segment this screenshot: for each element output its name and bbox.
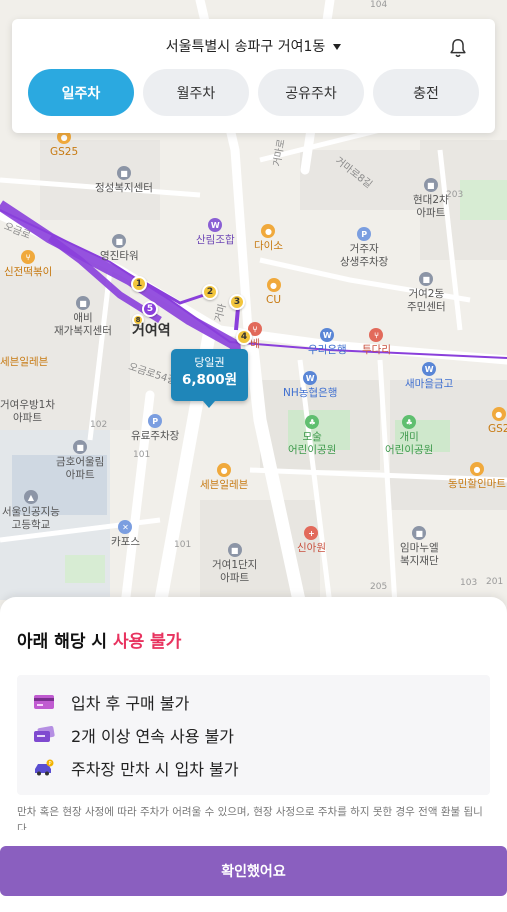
poi-gs25[interactable]: ● GS2 [488,407,507,436]
poi-foundation[interactable]: ■ 임마누엘 복지재단 [400,526,439,568]
tab-shared[interactable]: 공유주차 [258,69,364,116]
poi-woobang-apartment[interactable]: ■거여우방1차 아파트 [0,383,55,425]
refund-note: 만차 혹은 현장 사정에 따라 주차가 어려울 수 있으며, 현장 사정으로 주… [17,806,483,830]
poi-gs25[interactable]: ● GS25 [50,130,78,159]
tree-icon: ♣ [305,415,320,429]
route-marker[interactable]: 1 [131,276,147,292]
location-text: 서울특별시 송파구 거여1동 [165,39,326,55]
location-selector[interactable]: 서울특별시 송파구 거여1동 [12,36,495,56]
price-pin-label: 당일권 [194,356,225,369]
building-number: 101 [133,450,151,460]
poi-nh-bank[interactable]: W NH농협은행 [283,371,337,400]
poi-school[interactable]: ▲ 서울인공지능 고등학교 [2,490,60,532]
building-icon: ■ [423,178,438,192]
building-icon: ■ [412,526,427,540]
building-number: 103 [460,578,478,588]
building-icon: ■ [419,272,434,286]
poi-resident-parking[interactable]: P 거주자 상생주차장 [340,227,388,269]
rule-text: 주차장 만차 시 입차 불가 [71,759,239,779]
poi-park[interactable]: ♣ 개미 어린이공원 [385,415,433,457]
poi-tudari[interactable]: ⑂ 투다리 [362,328,391,357]
bank-icon: W [303,371,318,385]
school-icon: ▲ [23,490,38,504]
fork-knife-icon: ⑂ [21,250,36,264]
caret-down-icon [333,44,342,50]
bank-icon: W [422,362,437,376]
poi-seven-eleven[interactable]: ●세븐일레븐 [0,340,48,369]
tree-icon: ♣ [402,415,417,429]
svg-text:P: P [48,761,51,767]
parking-icon: P [357,227,372,241]
building-number: 201 [486,577,504,587]
sheet-title-prefix: 아래 해당 시 [17,632,108,652]
bank-icon: W [320,328,335,342]
poi-paid-parking[interactable]: P 유료주차장 [131,414,179,443]
parking-price-pin[interactable]: 당일권 6,800원 [171,349,248,408]
rule-item: 입차 후 구매 불가 [33,685,474,718]
parking-icon: P [148,414,163,428]
building-icon: ■ [73,440,88,454]
card-icon [33,693,55,711]
poi-yeongjin-tower[interactable]: ■ 영진타워 [100,234,139,263]
poi-park[interactable]: ♣ 모술 어린이공원 [288,415,336,457]
route-marker[interactable]: 2 [202,284,218,300]
poi-restaurant[interactable]: ⑂ 신전떡볶이 [4,250,52,279]
store-icon: ● [266,278,281,292]
station-exit-marker[interactable]: 5 [142,301,158,317]
restriction-sheet: 아래 해당 시 사용 불가 입차 후 구매 불가 2개 이상 연속 사용 불가 … [0,597,507,912]
bell-icon[interactable] [447,37,469,59]
sheet-title: 아래 해당 시 사용 불가 [17,627,181,652]
building-icon: ■ [116,166,131,180]
building-icon: ■ [75,296,90,310]
tab-charging[interactable]: 충전 [373,69,479,116]
search-card: 서울특별시 송파구 거여1동 일주차 월주차 공유주차 충전 [12,19,495,133]
poi-care-center[interactable]: ■ 애비 재가복지센터 [54,296,112,338]
building-icon: ■ [112,234,127,248]
car-parking-icon: P [33,759,55,777]
store-icon: ● [217,463,232,477]
poi-apartment[interactable]: ■ 금호어울림 아파트 [56,440,104,482]
price-pin-price: 6,800원 [181,372,238,388]
tab-monthly[interactable]: 월주차 [143,69,249,116]
shop-icon: ● [261,224,276,238]
sheet-title-highlight: 사용 불가 [112,632,182,652]
building-number: 102 [90,420,108,430]
rule-text: 입차 후 구매 불가 [71,693,190,713]
station-label: 거여역 [132,323,171,339]
poi-mart[interactable]: ● 동민할인마트 [448,462,506,491]
poi-apartment[interactable]: ■ 현대2차 아파트 [413,178,449,220]
tickets-icon [33,725,55,744]
route-marker[interactable]: 3 [229,294,245,310]
poi-community-center[interactable]: ■ 거여2동 주민센터 [407,272,446,314]
building-icon: ■ [227,543,242,557]
poi-saemaeul-bank[interactable]: W 새마을금고 [405,362,453,391]
route-marker[interactable]: 4 [236,329,252,345]
poi-apartment[interactable]: ■ 거여1단지 아파트 [212,543,257,585]
parking-type-tabs: 일주차 월주차 공유주차 충전 [28,69,479,116]
fork-knife-icon: ⑂ [369,328,384,342]
hospital-icon: + [304,526,319,540]
confirm-button[interactable]: 확인했어요 [0,846,507,896]
rule-text: 2개 이상 연속 사용 불가 [71,726,235,746]
poi-welfare-center[interactable]: ■ 정성복지센터 [95,166,153,195]
poi-carpos[interactable]: ✕ 카포스 [111,520,140,549]
store-icon: ● [491,407,506,421]
rule-item: 2개 이상 연속 사용 불가 [33,718,474,751]
store-icon: ● [469,462,484,476]
rule-item: P 주차장 만차 시 입차 불가 [33,751,474,784]
poi-cu[interactable]: ● CU [266,278,281,307]
building-number: 104 [370,0,388,10]
poi-sinawon[interactable]: + 신아원 [297,526,326,555]
building-number: 101 [174,540,192,550]
poi-woori-bank[interactable]: W 우리은행 [308,328,347,357]
wrench-icon: ✕ [118,520,133,534]
poi-seven-eleven[interactable]: ●세븐일레븐 [200,463,248,492]
poi-forestry-union[interactable]: W 산림조합 [196,218,235,247]
tab-daily[interactable]: 일주차 [28,69,134,116]
building-number: 205 [370,582,388,592]
poi-daiso[interactable]: ● 다이소 [254,224,283,253]
bank-icon: W [208,218,223,232]
rules-box: 입차 후 구매 불가 2개 이상 연속 사용 불가 P 주차장 만차 시 입차 … [17,675,490,795]
